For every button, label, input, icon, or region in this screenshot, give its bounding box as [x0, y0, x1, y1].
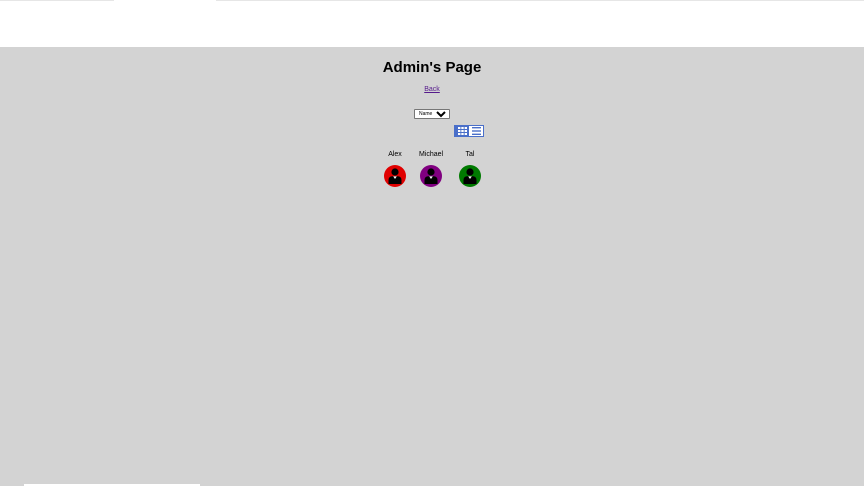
user-icon	[388, 168, 402, 184]
user-icon	[424, 168, 438, 184]
back-link[interactable]: Back	[424, 86, 440, 93]
avatar[interactable]	[459, 165, 481, 187]
user-name: Alex	[388, 151, 402, 158]
back-link-container: Back	[0, 86, 864, 93]
page-title: Admin's Page	[382, 59, 482, 76]
user-name: Tal	[465, 151, 475, 158]
browser-top-area	[0, 0, 864, 47]
sort-select[interactable]: Name	[414, 109, 450, 119]
user-card-tal[interactable]: Tal	[450, 151, 490, 187]
user-card-alex[interactable]: Alex	[375, 151, 415, 187]
list-icon	[471, 127, 481, 135]
user-list: Alex Michael Tal	[0, 151, 864, 191]
grid-icon	[457, 127, 467, 135]
grid-view-button[interactable]	[455, 126, 469, 136]
list-view-button[interactable]	[469, 126, 483, 136]
avatar[interactable]	[420, 165, 442, 187]
user-icon	[463, 168, 477, 184]
admin-page: Admin's Page Back Name Alex Michael Tal	[0, 47, 864, 486]
avatar[interactable]	[384, 165, 406, 187]
tab-gap	[114, 0, 216, 2]
user-card-michael[interactable]: Michael	[411, 151, 451, 187]
user-name: Michael	[418, 151, 444, 158]
view-toggle	[454, 125, 484, 137]
